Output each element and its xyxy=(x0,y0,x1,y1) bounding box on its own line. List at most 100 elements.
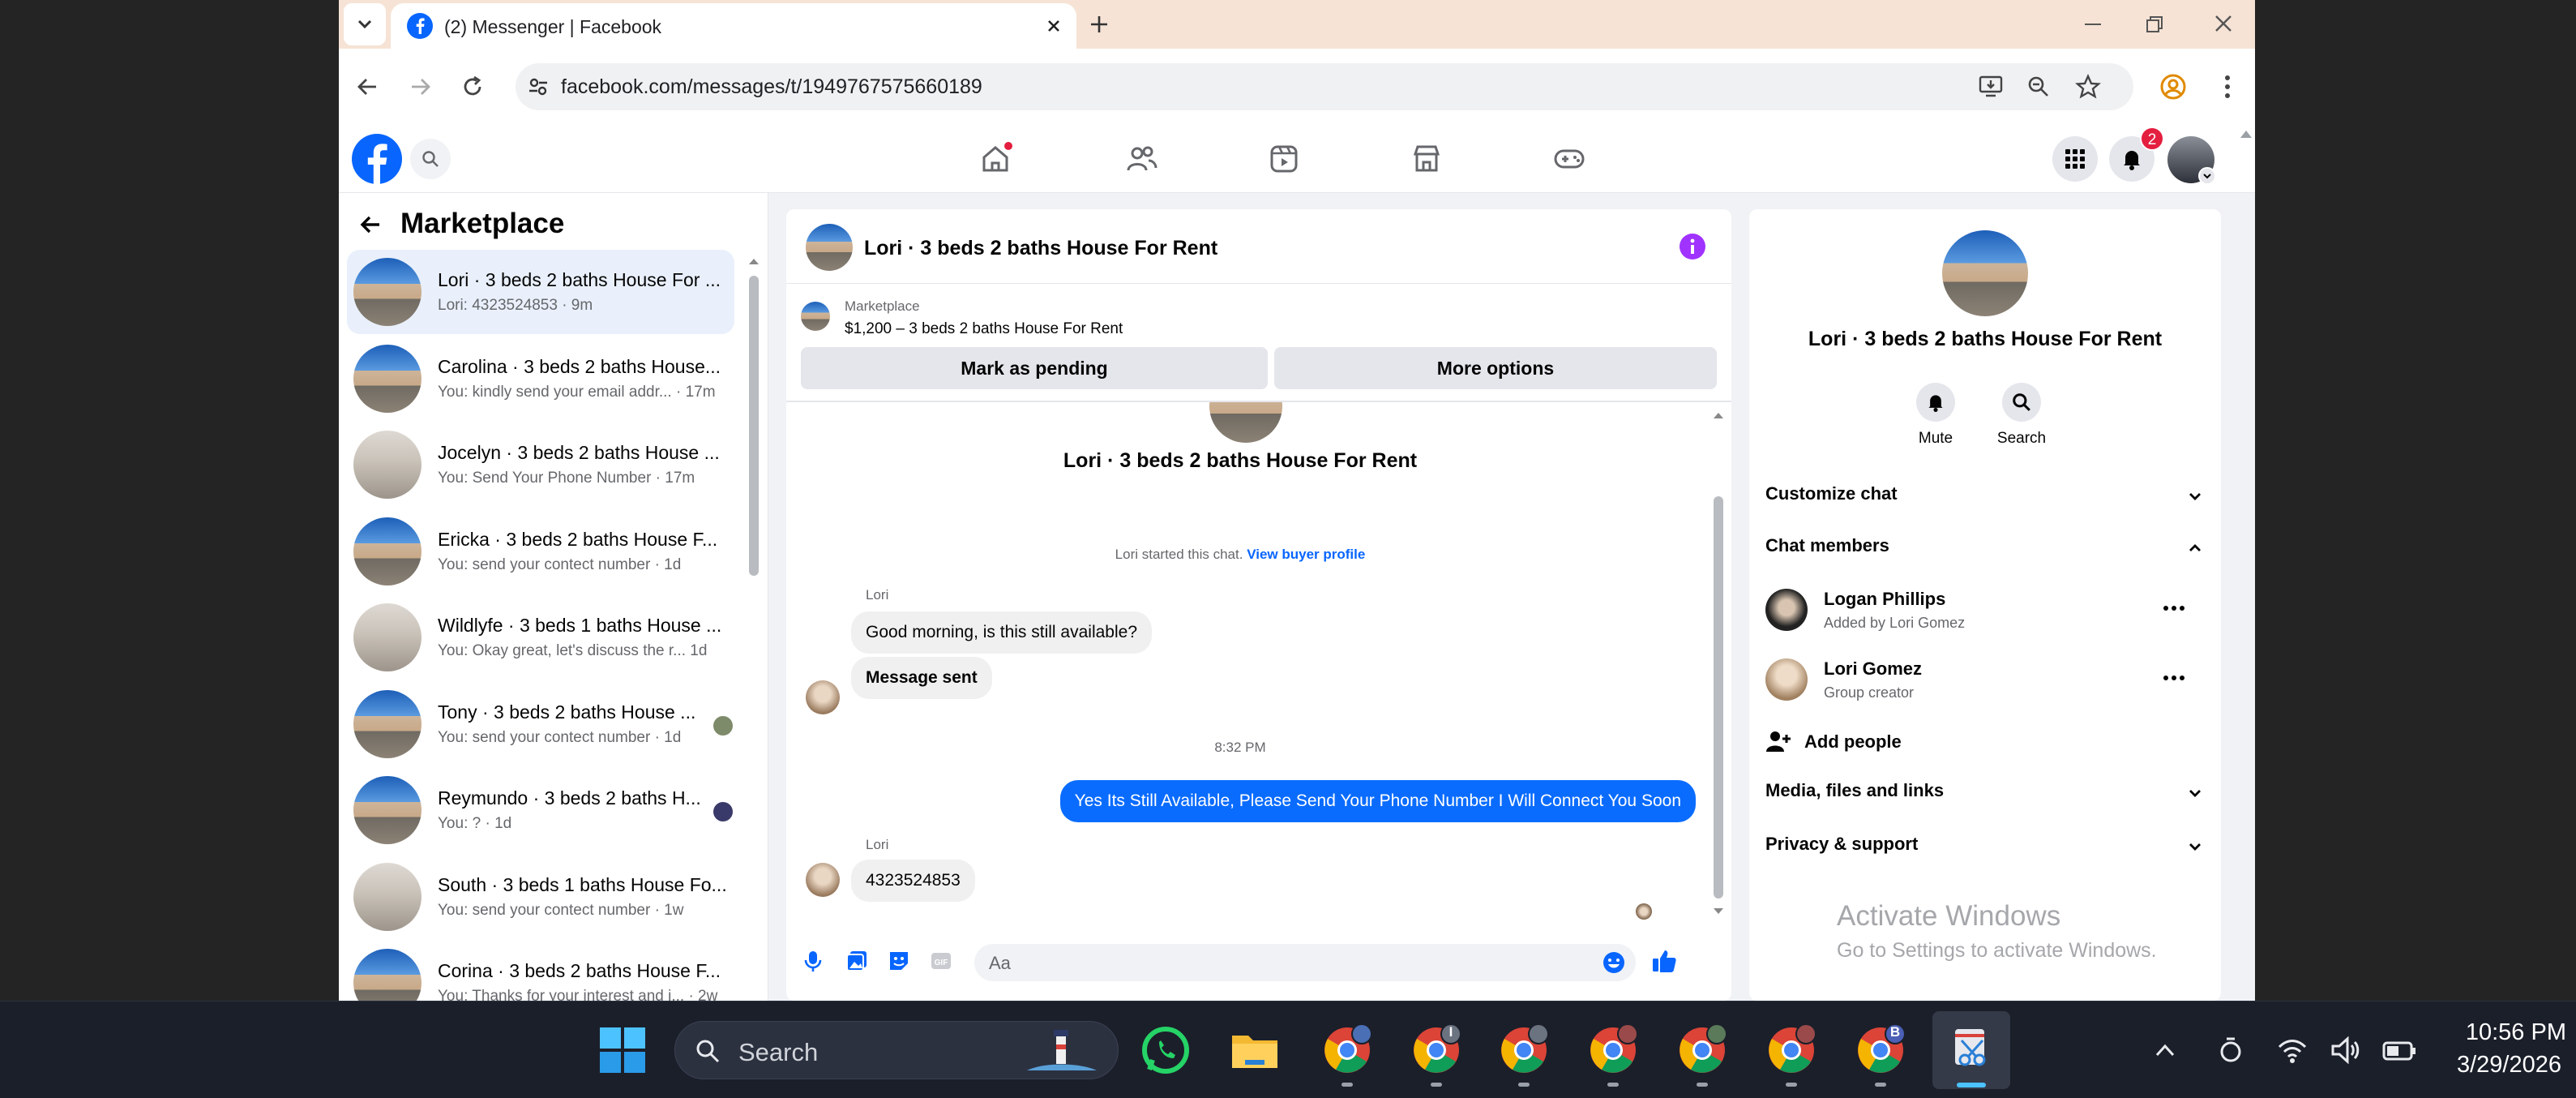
close-window-icon[interactable] xyxy=(2211,11,2236,36)
taskbar-search-box[interactable]: Search xyxy=(674,1021,1119,1079)
info-icon[interactable] xyxy=(1680,234,1705,259)
marketplace-icon[interactable] xyxy=(1409,141,1444,177)
scroll-up-icon[interactable] xyxy=(747,256,760,266)
conversation-item[interactable]: Lori · 3 beds 2 baths House For ... Lori:… xyxy=(347,250,734,334)
friends-icon[interactable] xyxy=(1123,141,1159,177)
bookmark-star-icon[interactable] xyxy=(2075,74,2101,100)
chrome-icon[interactable] xyxy=(1587,1024,1639,1076)
forward-arrow-icon[interactable] xyxy=(409,75,433,99)
chrome-icon[interactable] xyxy=(1765,1024,1817,1076)
member-row[interactable]: Logan Phillips Added by Lori Gomez xyxy=(1765,584,2205,641)
profile-icon[interactable] xyxy=(2159,73,2187,101)
bell-icon xyxy=(1928,395,1943,412)
add-people-row[interactable]: Add people xyxy=(1765,725,2205,757)
chrome-icon[interactable] xyxy=(1321,1024,1373,1076)
chat-members-row[interactable]: Chat members xyxy=(1765,535,2205,563)
info-avatar[interactable] xyxy=(1942,230,2028,316)
back-arrow-icon[interactable] xyxy=(355,75,379,99)
sender-avatar[interactable] xyxy=(806,863,840,897)
install-app-icon[interactable] xyxy=(1978,75,2004,99)
sidebar-scrollbar[interactable] xyxy=(749,276,759,576)
listing-detail[interactable]: $1,200 – 3 beds 2 baths House For Rent xyxy=(845,320,1123,338)
menu-grid-button[interactable] xyxy=(2052,136,2098,182)
microphone-icon[interactable] xyxy=(801,949,825,973)
emoji-icon[interactable] xyxy=(1602,950,1626,975)
more-options-icon[interactable] xyxy=(2163,603,2185,613)
thumbs-up-icon[interactable] xyxy=(1650,947,1678,975)
member-row[interactable]: Lori Gomez Group creator xyxy=(1765,654,2205,710)
chat-listing-avatar[interactable] xyxy=(806,224,853,271)
running-app-indicator xyxy=(1607,1083,1619,1087)
show-hidden-icons-icon[interactable] xyxy=(2153,1039,2177,1063)
home-icon[interactable] xyxy=(978,141,1013,177)
conversation-item[interactable]: Tony · 3 beds 2 baths House ... You: send… xyxy=(347,682,734,766)
new-tab-icon[interactable] xyxy=(757,0,758,1)
sender-avatar[interactable] xyxy=(806,680,840,714)
restore-icon[interactable] xyxy=(2143,13,2166,36)
view-buyer-profile-link[interactable]: View buyer profile xyxy=(1247,547,1365,562)
running-app-indicator xyxy=(1875,1083,1886,1087)
chrome-icon[interactable] xyxy=(1676,1024,1728,1076)
gaming-icon[interactable] xyxy=(1551,141,1587,177)
listing-thumbnail[interactable] xyxy=(801,302,830,331)
volume-icon[interactable] xyxy=(2330,1036,2362,1065)
plus-icon[interactable] xyxy=(1088,13,1110,36)
scroll-down-icon[interactable] xyxy=(1712,907,1725,916)
message-bubble[interactable]: Message sent xyxy=(851,657,992,699)
conversation-item[interactable]: Ericka · 3 beds 2 baths House F... You: s… xyxy=(347,509,734,594)
more-options-icon[interactable] xyxy=(2163,673,2185,683)
tab-search-button[interactable] xyxy=(344,3,386,45)
minimize-icon[interactable] xyxy=(2082,13,2104,36)
message-bubble[interactable]: Good morning, is this still available? xyxy=(851,611,1152,654)
customize-chat-row[interactable]: Customize chat xyxy=(1765,483,2205,511)
more-options-button[interactable]: More options xyxy=(1274,347,1717,389)
file-explorer-icon[interactable] xyxy=(1229,1024,1281,1076)
privacy-support-row[interactable]: Privacy & support xyxy=(1765,834,2205,861)
chat-scrollbar[interactable] xyxy=(1714,496,1723,899)
conversation-item[interactable]: South · 3 beds 1 baths House Fo... You: s… xyxy=(347,855,734,939)
message-input[interactable]: Aa xyxy=(974,944,1636,981)
conversation-item[interactable]: Reymundo · 3 beds 2 baths H... You: ? · 1… xyxy=(347,768,734,852)
conversation-item[interactable]: Wildlyfe · 3 beds 1 baths House ... You: … xyxy=(347,595,734,680)
scroll-up-icon[interactable] xyxy=(1712,410,1725,420)
account-chevron-icon[interactable] xyxy=(2198,167,2216,185)
zoom-icon[interactable] xyxy=(2026,75,2051,99)
search-icon xyxy=(422,151,439,167)
active-tab[interactable]: (2) Messenger | Facebook xyxy=(391,3,1076,49)
page-scroll-up-icon[interactable] xyxy=(2239,128,2253,139)
taskbar-time[interactable]: 10:56 PM xyxy=(2424,1019,2566,1046)
kebab-menu-icon[interactable] xyxy=(2219,73,2236,101)
photo-icon[interactable] xyxy=(845,949,869,973)
conversation-item[interactable]: Corina · 3 beds 2 baths House F... You: T… xyxy=(347,941,734,1001)
address-bar[interactable]: facebook.com/messages/t/1949767575660189 xyxy=(516,63,2133,110)
windows-start-icon[interactable] xyxy=(598,1026,647,1074)
close-tab-icon[interactable] xyxy=(1044,16,1063,36)
mark-pending-button[interactable]: Mark as pending xyxy=(801,347,1268,389)
site-settings-icon[interactable] xyxy=(527,75,550,98)
conversation-item[interactable]: Jocelyn · 3 beds 2 baths House ... You: S… xyxy=(347,422,734,507)
copilot-icon[interactable] xyxy=(2216,1036,2245,1065)
chat-header-title[interactable]: Lori · 3 beds 2 baths House For Rent xyxy=(864,237,1217,260)
info-title: Lori · 3 beds 2 baths House For Rent xyxy=(1808,328,2163,350)
chrome-profile-badge: B xyxy=(1889,1024,1901,1040)
fb-search-button[interactable] xyxy=(410,139,451,179)
my-message-bubble[interactable]: Yes Its Still Available, Please Send You… xyxy=(1059,780,1696,822)
conversation-item[interactable]: Carolina · 3 beds 2 baths House... You: k… xyxy=(347,337,734,421)
chrome-icon[interactable] xyxy=(1498,1024,1550,1076)
gif-icon[interactable]: GIF xyxy=(929,949,953,973)
search-chat-button[interactable] xyxy=(2002,383,2041,422)
facebook-logo-icon[interactable] xyxy=(352,134,402,184)
video-icon[interactable] xyxy=(1266,141,1302,177)
sticker-icon[interactable] xyxy=(887,949,911,973)
snipping-tool-button[interactable] xyxy=(1932,1011,2010,1089)
conversation-avatar xyxy=(353,344,421,413)
media-files-row[interactable]: Media, files and links xyxy=(1765,780,2205,808)
message-bubble[interactable]: 4323524853 xyxy=(851,860,975,902)
reload-icon[interactable] xyxy=(460,75,485,99)
wifi-icon[interactable] xyxy=(2276,1036,2309,1065)
mute-button[interactable] xyxy=(1916,383,1955,422)
whatsapp-icon[interactable] xyxy=(1140,1024,1192,1076)
back-arrow-icon[interactable] xyxy=(358,212,383,237)
taskbar-date[interactable]: 3/29/2026 xyxy=(2424,1052,2561,1079)
battery-icon[interactable] xyxy=(2381,1039,2417,1063)
